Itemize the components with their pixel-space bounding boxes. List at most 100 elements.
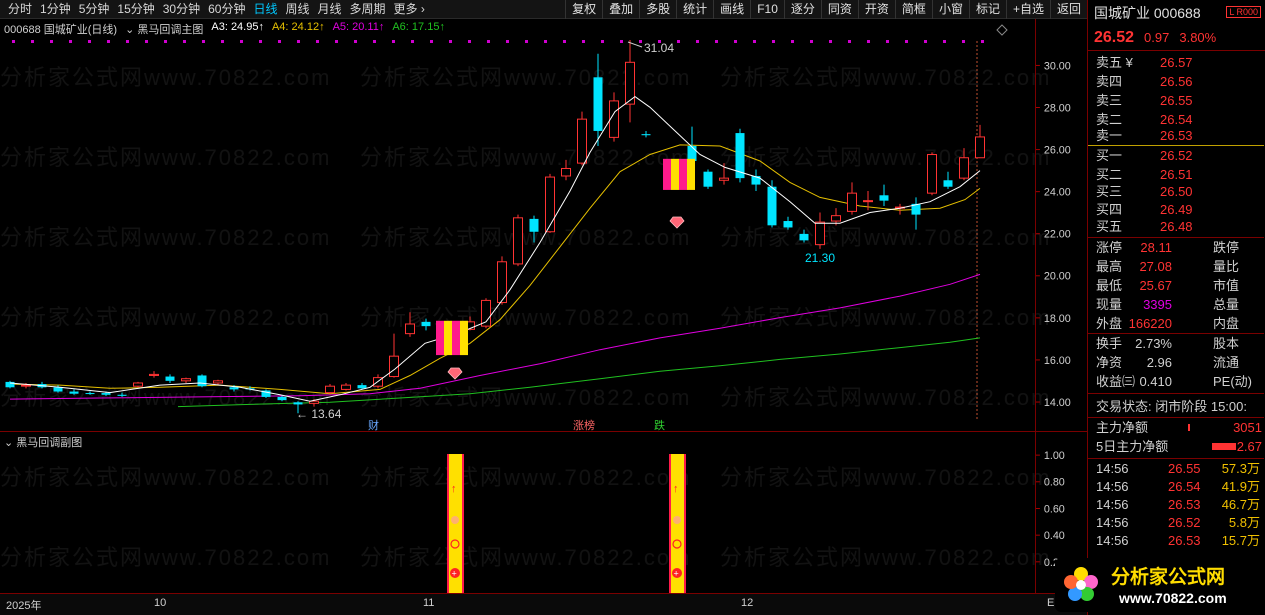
- ask-row[interactable]: 卖五 ¥ 26.57: [1088, 53, 1264, 72]
- event-fall-label[interactable]: 跌: [654, 418, 665, 431]
- date-axis: 2025年 10 11 12 E: [0, 593, 1087, 615]
- chevron-down-icon: ⌄: [4, 437, 17, 449]
- stat-row: 最高 27.08 量比: [1096, 259, 1240, 274]
- signal-dot: [468, 40, 471, 43]
- signal-dot: [183, 40, 186, 43]
- open-capital-button[interactable]: 开资: [857, 0, 895, 19]
- event-top-gainers-label[interactable]: 涨榜: [573, 418, 595, 431]
- bid-row[interactable]: 买三 26.50: [1088, 182, 1264, 201]
- candle-body-down: [101, 393, 111, 395]
- logo-url: www.70822.com: [1118, 590, 1227, 606]
- sub-indicator-selector[interactable]: ⌄ 黑马回调副图: [4, 434, 82, 450]
- candle-body-down: [277, 396, 287, 401]
- multi-stock-button[interactable]: 多股: [639, 0, 676, 19]
- axis-tick-label: 26.00: [1044, 145, 1071, 157]
- axis-tick-label: 0.40: [1044, 530, 1065, 542]
- back-button[interactable]: 返回: [1049, 0, 1087, 19]
- per-minute-button[interactable]: 逐分: [783, 0, 821, 19]
- ask-row[interactable]: 卖一 26.53: [1088, 126, 1264, 145]
- tab-15min[interactable]: 15分钟: [113, 0, 158, 19]
- tool-buttons: 复权 叠加 多股 统计 画线 F10 逐分 同资 开资 简框 小窗 标记 +自选…: [565, 0, 1087, 19]
- tab-daily[interactable]: 日线: [249, 0, 281, 19]
- tick-row: 14:56 26.54 41.9万: [1096, 479, 1260, 494]
- tab-1min[interactable]: 1分钟: [36, 0, 75, 19]
- candle-body-up: [149, 373, 159, 376]
- high-annotation: 31.04: [627, 41, 674, 55]
- date-dec: 12: [741, 597, 754, 609]
- ask-row[interactable]: 卖三 26.55: [1088, 91, 1264, 110]
- tab-weekly[interactable]: 周线: [281, 0, 313, 19]
- signal-dot: [943, 40, 946, 43]
- mark-button[interactable]: 标记: [968, 0, 1006, 19]
- stock-code-name: 000688 国城矿业(日线): [4, 24, 118, 36]
- axis-tick-label: 1.00: [1044, 450, 1065, 462]
- stat-row: 最低 25.67 市值: [1096, 278, 1240, 293]
- arrow-up-icon: ↑: [451, 483, 457, 495]
- signal-dot: [886, 40, 889, 43]
- f10-button[interactable]: F10: [750, 0, 784, 19]
- statistics-button[interactable]: 统计: [676, 0, 713, 19]
- signal-dot: [905, 40, 908, 43]
- signal-dot: [411, 40, 414, 43]
- draw-line-button[interactable]: 画线: [713, 0, 750, 19]
- stat-row: 涨停 28.11 跌停: [1096, 240, 1240, 255]
- simple-frame-button[interactable]: 简框: [894, 0, 932, 19]
- formula-selector[interactable]: ⌄ 黑马回调主图: [125, 21, 203, 37]
- signal-dot: [50, 40, 53, 43]
- tick-row: 14:56 26.52 5.8万: [1096, 515, 1260, 530]
- signal-dot: [810, 40, 813, 43]
- chevron-down-icon: ⌄: [125, 24, 138, 36]
- candle-body-up: [561, 167, 571, 177]
- candle-body-up: [21, 384, 31, 387]
- signal-dot: [544, 40, 547, 43]
- candles-group: [5, 39, 985, 414]
- site-logo: 分析家公式网 www.70822.com: [1055, 558, 1260, 612]
- ma5-line: [9, 95, 981, 402]
- signal-dot: [259, 40, 262, 43]
- signal-dot: [354, 40, 357, 43]
- event-finance-label[interactable]: 财: [368, 418, 379, 431]
- tab-60min[interactable]: 60分钟: [204, 0, 249, 19]
- signal-dot: [772, 40, 775, 43]
- sub-indicator-chart[interactable]: ↑ + ↑ +: [0, 432, 1035, 593]
- legend-a4: A4: 24.12↑: [271, 21, 325, 33]
- plus-icon: +: [674, 569, 679, 579]
- bid-label: 买三: [1096, 184, 1123, 199]
- tab-monthly[interactable]: 月线: [314, 0, 346, 19]
- top-toolbar: 分时 1分钟 5分钟 15分钟 30分钟 60分钟 日线 周线 月线 多周期 更…: [0, 0, 1087, 19]
- bid-row[interactable]: 买一 26.52: [1088, 146, 1264, 165]
- stat-row: 净资 2.96 流通: [1096, 355, 1240, 370]
- bid-label: 买一: [1096, 148, 1123, 163]
- main-kline-chart[interactable]: 31.04 21.30 ← 13.64 财 涨榜 跌: [0, 19, 1035, 431]
- legend-a3: A3: 24.95↑: [211, 21, 264, 33]
- candle-body-up: [133, 382, 143, 387]
- ask-price: 26.53: [1160, 128, 1193, 143]
- adjust-button[interactable]: 复权: [565, 0, 602, 19]
- signal-dot: [316, 40, 319, 43]
- signal-box-stripe: [679, 158, 687, 190]
- ask-row[interactable]: 卖四 26.56: [1088, 72, 1264, 91]
- small-window-button[interactable]: 小窗: [931, 0, 969, 19]
- period-tabs: 分时 1分钟 5分钟 15分钟 30分钟 60分钟 日线 周线 月线 多周期 更…: [0, 0, 429, 19]
- candle-body-down: [943, 180, 953, 187]
- candle-body-down: [879, 195, 889, 201]
- axis-tick-label: 20.00: [1044, 271, 1071, 283]
- ask-price: 26.57: [1160, 55, 1193, 70]
- bid-row[interactable]: 买五 26.48: [1088, 217, 1264, 236]
- signal-dot: [202, 40, 205, 43]
- add-watchlist-button[interactable]: +自选: [1005, 0, 1050, 19]
- tab-timeshare[interactable]: 分时: [4, 0, 36, 19]
- low-start-label: ← 13.64: [296, 407, 342, 421]
- tab-5min[interactable]: 5分钟: [75, 0, 114, 19]
- overlay-button[interactable]: 叠加: [602, 0, 639, 19]
- stat-row: 外盘 166220 内盘: [1096, 316, 1240, 331]
- signal-dot: [221, 40, 224, 43]
- signal-dot: [487, 40, 490, 43]
- tick-row: 14:56 26.53 46.7万: [1096, 497, 1260, 512]
- candle-body-down: [197, 375, 207, 387]
- same-capital-button[interactable]: 同资: [820, 0, 858, 19]
- tab-multi-period[interactable]: 多周期: [346, 0, 390, 19]
- signal-box-stripe: [663, 158, 671, 190]
- tab-more[interactable]: 更多 ›: [390, 0, 429, 19]
- tab-30min[interactable]: 30分钟: [159, 0, 204, 19]
